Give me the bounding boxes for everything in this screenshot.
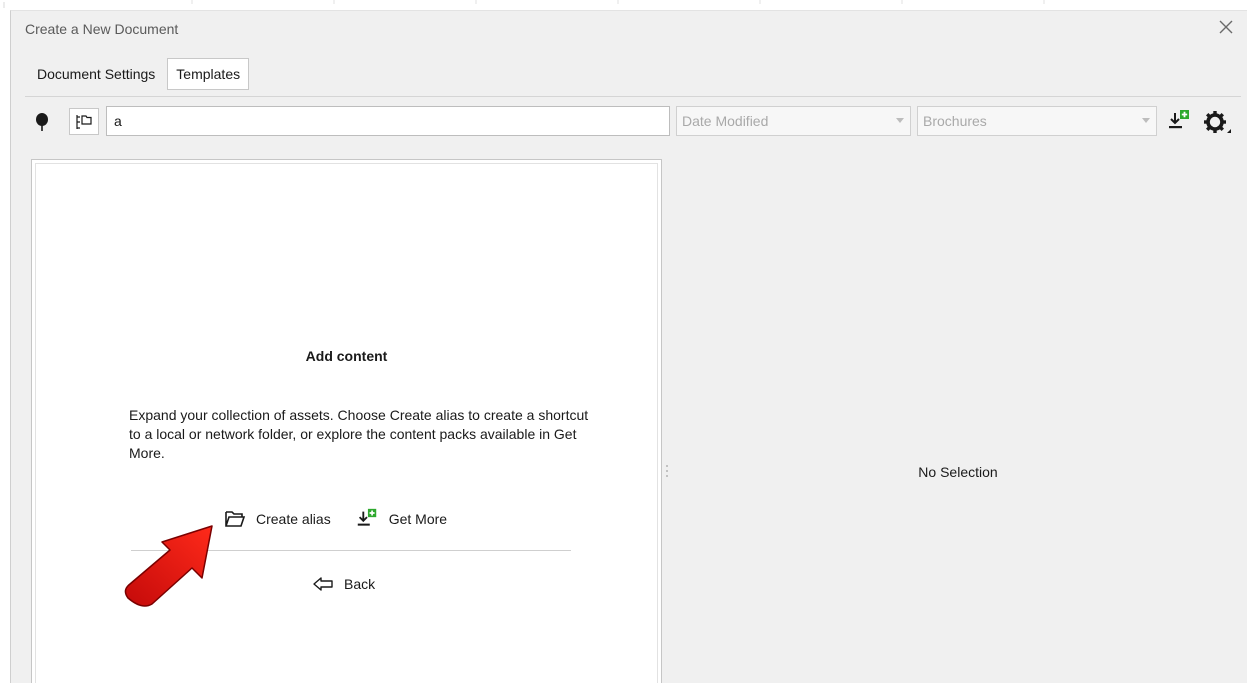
sort-select[interactable]: Date Modified [676,106,911,136]
download-add-icon[interactable] [1166,108,1192,134]
tab-templates[interactable]: Templates [167,58,250,90]
download-add-icon [357,508,376,526]
close-button[interactable] [1211,13,1241,41]
category-select-value: Brochures [923,113,987,129]
tab-document-settings[interactable]: Document Settings [29,58,163,90]
add-content-title: Add content [305,348,388,364]
templates-toolbar: Date Modified Brochures [11,105,1247,137]
dialog-title: Create a New Document [25,21,179,37]
pin-icon[interactable] [31,111,53,133]
tab-bar: Document Settings Templates [29,58,250,90]
close-icon [1219,20,1233,34]
get-more-button[interactable]: Get More [355,507,447,531]
title-bar: Create a New Document [11,11,1247,47]
category-select[interactable]: Brochures [917,106,1157,136]
empty-state-actions: Create alias Get More [224,506,447,532]
no-selection-text: No Selection [918,464,998,480]
sort-select-value: Date Modified [682,113,769,129]
tab-divider [25,96,1241,97]
folder-tree-button[interactable] [69,108,99,135]
add-content-description: Expand your collection of assets. Choose… [129,407,589,461]
get-more-label: Get More [388,511,448,527]
search-input[interactable] [106,106,670,136]
preview-panel: No Selection [669,159,1247,683]
create-alias-label: Create alias [256,511,331,527]
back-button[interactable]: Back [312,576,375,592]
annotation-arrow-icon [124,525,213,607]
chevron-down-icon [896,118,904,123]
create-alias-button[interactable]: Create alias [224,509,331,529]
folder-tree-icon [76,114,92,129]
chevron-down-icon [1142,118,1150,123]
top-edge-ticks [3,0,1045,8]
back-arrow-icon [313,577,333,591]
back-label: Back [344,576,376,592]
gear-icon[interactable] [1201,108,1235,136]
folder-icon [225,511,246,527]
